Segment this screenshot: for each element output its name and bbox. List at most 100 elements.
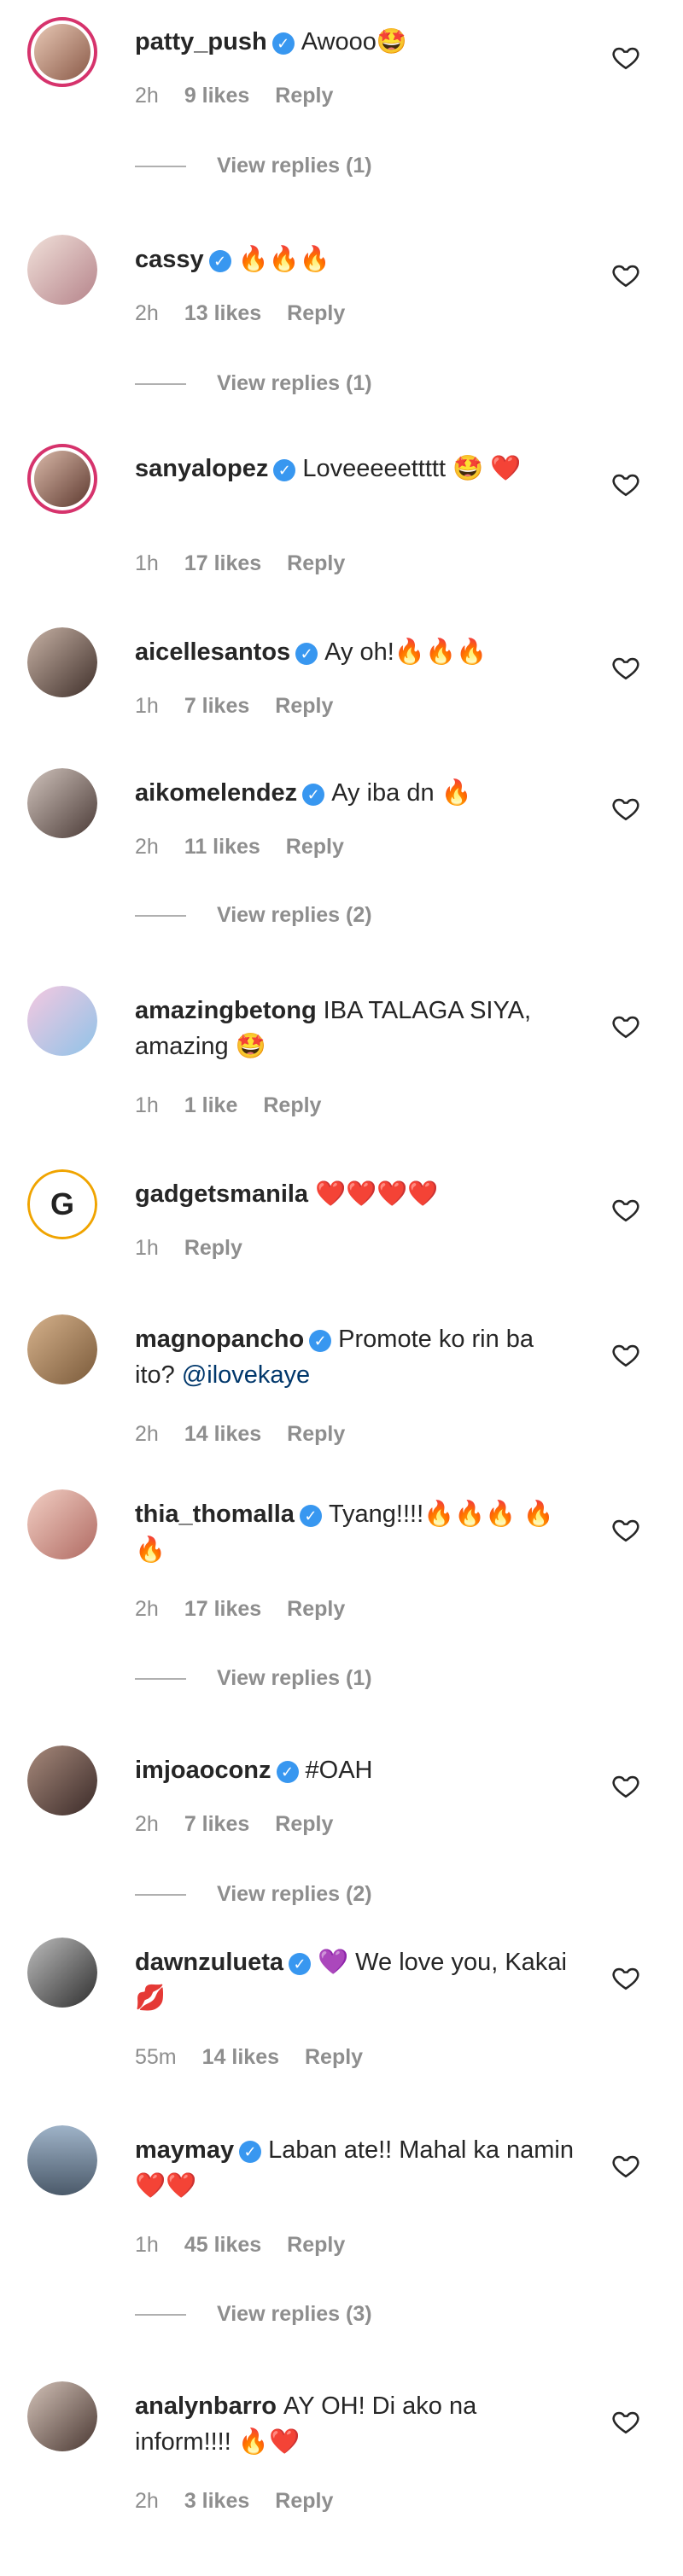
verified-icon: ✓ (289, 1953, 312, 1975)
heart-icon[interactable] (611, 653, 640, 682)
reply-button[interactable]: Reply (287, 551, 345, 575)
avatar[interactable] (27, 627, 97, 697)
likes-count[interactable]: 7 likes (184, 694, 249, 718)
verified-icon: ✓ (273, 459, 296, 481)
verified-icon: ✓ (208, 250, 231, 272)
likes-count[interactable]: 17 likes (184, 1597, 261, 1621)
timestamp: 2h (135, 2489, 159, 2513)
comment-meta: 2h 3 likes Reply (135, 2489, 359, 2514)
likes-count[interactable]: 45 likes (184, 2233, 261, 2257)
reply-button[interactable]: Reply (287, 1422, 345, 1446)
verified-icon: ✓ (299, 1505, 322, 1527)
view-replies-button[interactable]: View replies (2) (135, 1882, 372, 1907)
avatar[interactable] (27, 1489, 97, 1559)
avatar[interactable] (27, 444, 97, 514)
comment-body: analynbarro AY OH! Di ako na inform!!!! 🔥… (135, 2388, 579, 2460)
heart-icon[interactable] (611, 1195, 640, 1224)
avatar[interactable] (27, 1314, 97, 1384)
reply-button[interactable]: Reply (275, 2489, 333, 2513)
mention-link[interactable]: @ilovekaye (182, 1361, 310, 1389)
reply-button[interactable]: Reply (263, 1093, 321, 1117)
heart-icon[interactable] (611, 2407, 640, 2436)
heart-icon[interactable] (611, 1515, 640, 1544)
reply-button[interactable]: Reply (286, 835, 344, 859)
likes-count[interactable]: 7 likes (184, 1812, 249, 1836)
comment-body: patty_push ✓ Awooo🤩 (135, 24, 579, 60)
comment-text: Ay iba dn 🔥 (331, 779, 472, 807)
verified-icon: ✓ (302, 784, 325, 806)
reply-button[interactable]: Reply (287, 1597, 345, 1621)
timestamp: 2h (135, 84, 159, 108)
username[interactable]: imjoaoconz (135, 1757, 271, 1784)
username[interactable]: magnopancho (135, 1326, 304, 1353)
username[interactable]: aikomelendez (135, 779, 297, 807)
avatar[interactable] (27, 17, 97, 87)
timestamp: 1h (135, 551, 159, 575)
likes-count[interactable]: 11 likes (184, 835, 260, 859)
comment-meta: 2h 14 likes Reply (135, 1422, 371, 1447)
avatar[interactable] (27, 2125, 97, 2195)
comment-text: Ay oh!🔥🔥🔥 (324, 638, 487, 666)
comment-meta: 2h 13 likes Reply (135, 301, 371, 326)
timestamp: 2h (135, 1812, 159, 1836)
heart-icon[interactable] (611, 1771, 640, 1800)
likes-count[interactable]: 9 likes (184, 84, 249, 108)
heart-icon[interactable] (611, 2151, 640, 2180)
likes-count[interactable]: 14 likes (202, 2045, 279, 2069)
heart-icon[interactable] (611, 469, 640, 498)
reply-button[interactable]: Reply (305, 2045, 363, 2069)
heart-icon[interactable] (611, 43, 640, 72)
reply-button[interactable]: Reply (287, 301, 345, 325)
username[interactable]: analynbarro (135, 2392, 277, 2420)
view-replies-button[interactable]: View replies (3) (135, 2302, 372, 2327)
reply-button[interactable]: Reply (275, 84, 333, 108)
verified-icon: ✓ (271, 32, 295, 55)
avatar[interactable] (27, 1746, 97, 1815)
comment-body: dawnzulueta ✓ 💜 We love you, Kakai 💋 (135, 1944, 579, 2016)
verified-icon: ✓ (276, 1761, 299, 1783)
reply-button[interactable]: Reply (275, 1812, 333, 1836)
likes-count[interactable]: 14 likes (184, 1422, 261, 1446)
view-replies-button[interactable]: View replies (1) (135, 1666, 372, 1691)
reply-button[interactable]: Reply (287, 2233, 345, 2257)
reply-button[interactable]: Reply (184, 1236, 242, 1260)
avatar[interactable] (27, 986, 97, 1056)
avatar[interactable] (27, 235, 97, 305)
heart-icon[interactable] (611, 1340, 640, 1369)
heart-icon[interactable] (611, 794, 640, 823)
divider (135, 166, 186, 168)
username[interactable]: cassy (135, 246, 204, 273)
timestamp: 2h (135, 835, 159, 859)
avatar[interactable]: G (27, 1169, 97, 1239)
comment-body: thia_thomalla ✓ Tyang!!!!🔥🔥🔥 🔥🔥 (135, 1496, 579, 1568)
likes-count[interactable]: 13 likes (184, 301, 261, 325)
username[interactable]: sanyalopez (135, 455, 268, 482)
heart-icon[interactable] (611, 260, 640, 289)
heart-icon[interactable] (611, 1963, 640, 1992)
username[interactable]: gadgetsmanila (135, 1180, 308, 1208)
comment-meta: 2h 9 likes Reply (135, 84, 359, 108)
avatar[interactable] (27, 2381, 97, 2451)
username[interactable]: aicellesantos (135, 638, 290, 666)
username[interactable]: dawnzulueta (135, 1949, 283, 1976)
heart-icon[interactable] (611, 1011, 640, 1040)
likes-count[interactable]: 1 like (184, 1093, 238, 1117)
username[interactable]: patty_push (135, 28, 267, 55)
username[interactable]: maymay (135, 2136, 234, 2164)
reply-button[interactable]: Reply (275, 694, 333, 718)
likes-count[interactable]: 3 likes (184, 2489, 249, 2513)
timestamp: 1h (135, 2233, 159, 2257)
timestamp: 2h (135, 301, 159, 325)
username[interactable]: amazingbetong (135, 997, 317, 1024)
username[interactable]: thia_thomalla (135, 1501, 295, 1528)
view-replies-button[interactable]: View replies (2) (135, 903, 372, 928)
comment-text: ❤️❤️❤️❤️ (315, 1180, 439, 1208)
view-replies-button[interactable]: View replies (1) (135, 371, 372, 396)
likes-count[interactable]: 17 likes (184, 551, 261, 575)
divider (135, 383, 186, 386)
view-replies-button[interactable]: View replies (1) (135, 154, 372, 178)
divider (135, 2314, 186, 2317)
avatar[interactable] (27, 768, 97, 838)
timestamp: 1h (135, 1236, 159, 1260)
avatar[interactable] (27, 1938, 97, 2008)
